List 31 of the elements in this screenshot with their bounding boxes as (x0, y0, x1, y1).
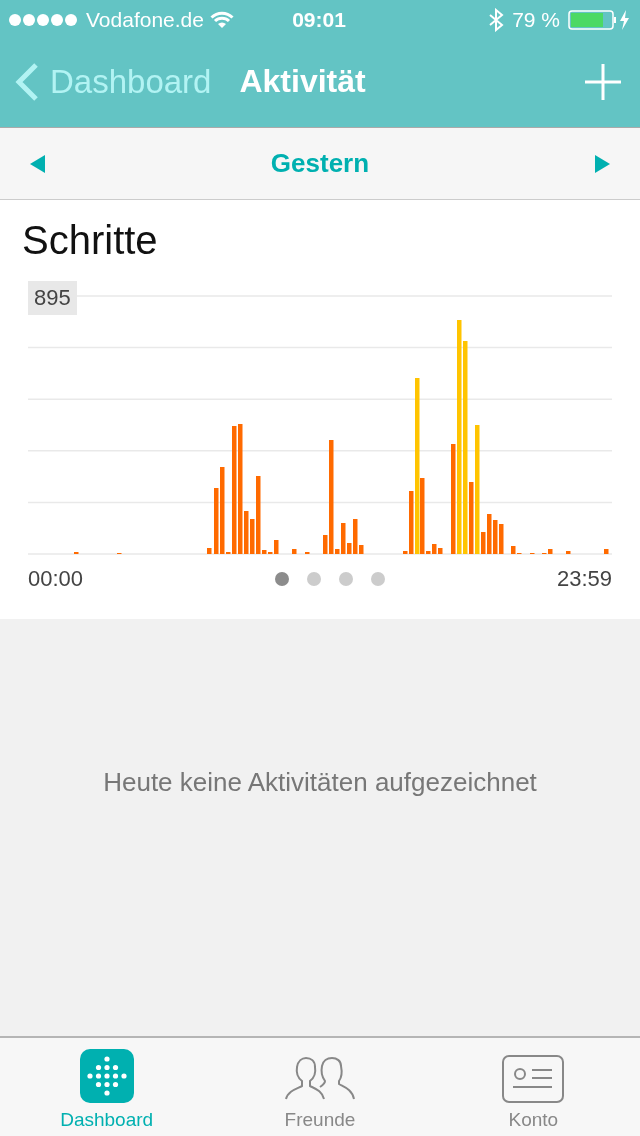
chart-bar (292, 549, 297, 554)
wifi-icon (209, 11, 234, 29)
chart-bar (566, 551, 571, 554)
bluetooth-icon (488, 8, 505, 32)
max-value-label: 895 (28, 281, 77, 315)
battery-percent: 79 % (512, 8, 560, 32)
date-label: Gestern (270, 148, 370, 179)
back-button[interactable]: Dashboard (14, 61, 212, 102)
add-icon[interactable] (584, 62, 622, 101)
page-dot[interactable] (339, 572, 353, 586)
page-dot[interactable] (371, 572, 385, 586)
carrier-name: Vodafone.de (86, 8, 204, 32)
card-title: Schritte (22, 218, 159, 264)
tab-bar-item[interactable]: Dashboard (0, 1038, 214, 1136)
page-dot[interactable] (307, 572, 321, 586)
chart-bar (604, 549, 609, 554)
back-chevron-icon (14, 61, 40, 102)
empty-message: Heute keine Aktivitäten aufgezeichnet (103, 767, 537, 798)
tab-bar-item[interactable]: Konto (426, 1038, 640, 1136)
next-arrow-icon[interactable] (595, 154, 610, 173)
id-card-icon (502, 1055, 565, 1103)
chart-bar (207, 548, 212, 554)
signal-icon (8, 13, 80, 27)
tab-bar-item[interactable]: Freunde (213, 1038, 427, 1136)
start-time: 00:00 (28, 566, 84, 592)
end-time: 23:59 (556, 566, 612, 592)
battery-charging-icon (568, 9, 630, 31)
screen-title: Aktivität (239, 63, 367, 100)
clock-time: 09:01 (292, 8, 346, 31)
previous-arrow-icon[interactable] (30, 154, 45, 173)
page-dot[interactable] (275, 572, 289, 586)
